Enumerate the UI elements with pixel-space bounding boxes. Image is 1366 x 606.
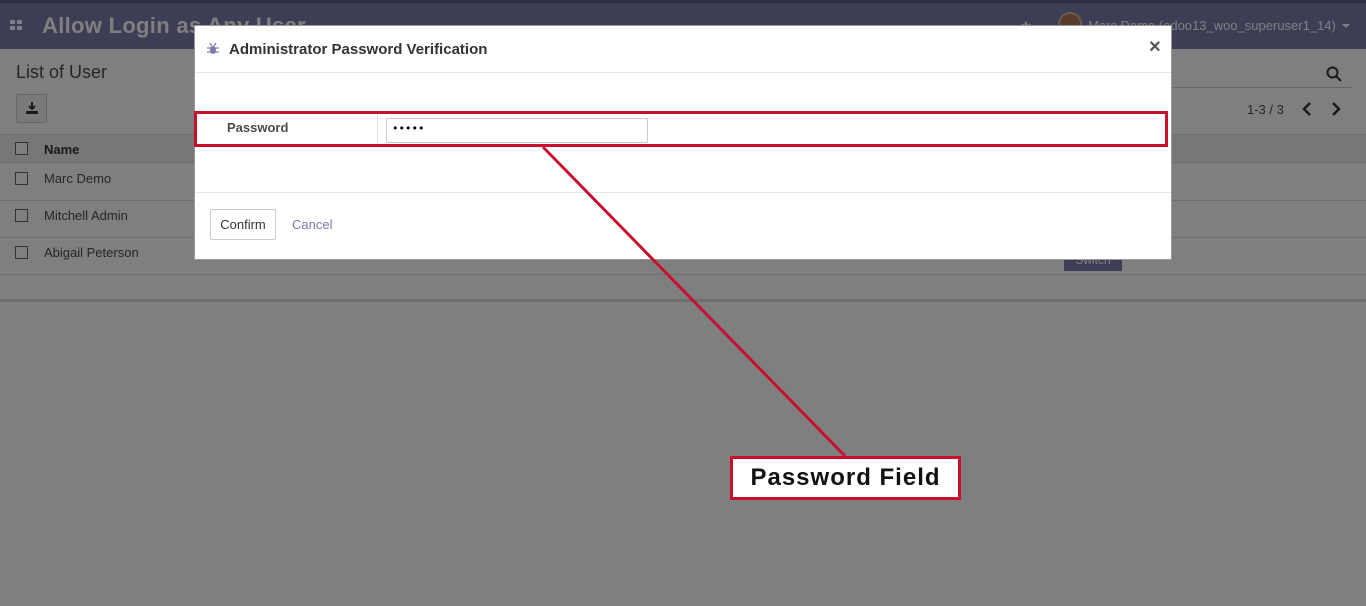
callout-label: Password Field: [730, 456, 961, 500]
callout-connector-line: [541, 145, 847, 458]
